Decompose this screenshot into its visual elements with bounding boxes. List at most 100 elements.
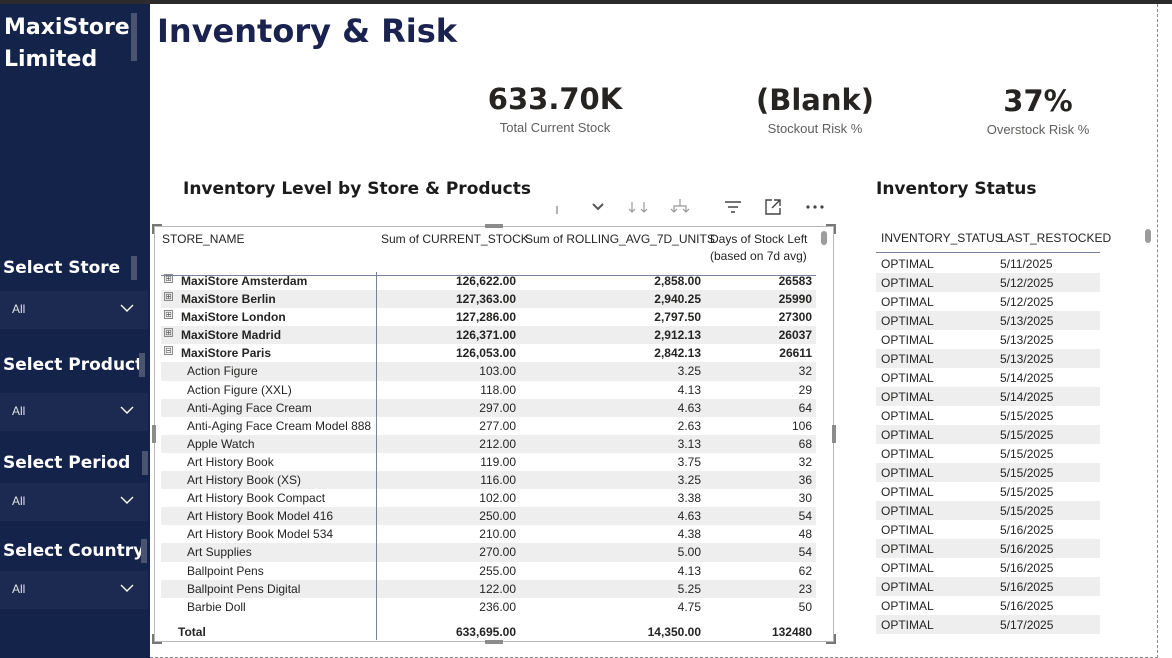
more-options-icon[interactable]: [804, 196, 826, 218]
store-row[interactable]: ⊞ MaxiStore Madrid 126,371.00 2,912.13 26037: [161, 326, 816, 345]
filter-icon[interactable]: [722, 196, 744, 218]
hierarchy-icon[interactable]: [668, 196, 692, 218]
table-row[interactable]: OPTIMAL 5/14/2025: [876, 387, 1100, 406]
kpi-label: Overstock Risk %: [986, 122, 1090, 137]
inventory-status-table[interactable]: INVENTORY_STATUS LAST_RESTOCKED OPTIMAL 5…: [876, 226, 1111, 636]
product-row[interactable]: Barbie Doll 236.00 4.75 50: [161, 598, 816, 616]
filter-accent-bar: [142, 451, 148, 475]
product-row[interactable]: Action Figure 103.00 3.25 32: [161, 362, 816, 381]
table-row[interactable]: OPTIMAL 5/12/2025: [876, 292, 1100, 311]
product-row[interactable]: Art History Book Model 534 210.00 4.38 48: [161, 525, 816, 543]
product-row[interactable]: Art History Book 119.00 3.75 32: [161, 453, 816, 471]
page-title: Inventory & Risk: [157, 12, 458, 50]
table-row[interactable]: OPTIMAL 5/14/2025: [876, 368, 1100, 387]
focus-mode-icon[interactable]: [762, 196, 784, 218]
cell-last-restocked: 5/14/2025: [1000, 390, 1054, 404]
table-row[interactable]: OPTIMAL 5/16/2025: [876, 577, 1100, 596]
cell-current-stock: 119.00: [480, 454, 516, 469]
table-row[interactable]: OPTIMAL 5/15/2025: [876, 463, 1100, 482]
store-row[interactable]: ⊞ MaxiStore Amsterdam 126,622.00 2,858.00 26…: [161, 272, 816, 290]
row-label: Barbie Doll: [187, 599, 246, 614]
table-row[interactable]: OPTIMAL 5/16/2025: [876, 539, 1100, 558]
store-dropdown[interactable]: All: [0, 291, 148, 329]
cell-inventory-status: OPTIMAL: [881, 599, 934, 613]
resize-handle[interactable]: [832, 425, 836, 443]
matrix-scrollbar[interactable]: [821, 231, 827, 245]
cell-days-left: 54: [798, 509, 812, 524]
expand-all-icon[interactable]: [626, 196, 652, 218]
product-row[interactable]: Art History Book (XS) 116.00 3.25 36: [161, 471, 816, 490]
drill-down-icon[interactable]: [588, 196, 608, 218]
table-row[interactable]: OPTIMAL 5/15/2025: [876, 482, 1100, 501]
product-row[interactable]: Apple Watch 212.00 3.13 68: [161, 434, 816, 453]
column-header-store-name[interactable]: STORE_NAME: [162, 232, 244, 246]
product-row[interactable]: Ballpoint Pens Digital 122.00 5.25 23: [161, 579, 816, 598]
expand-icon[interactable]: ⊞: [164, 328, 173, 338]
drill-up-icon[interactable]: [550, 196, 564, 218]
table-row[interactable]: OPTIMAL 5/13/2025: [876, 349, 1100, 368]
table-row[interactable]: OPTIMAL 5/15/2025: [876, 406, 1100, 425]
resize-handle[interactable]: [485, 224, 503, 228]
store-row[interactable]: ⊞ MaxiStore Berlin 127,363.00 2,940.25 25990: [161, 290, 816, 309]
table-row[interactable]: OPTIMAL 5/17/2025: [876, 615, 1100, 634]
row-label: Art History Book (XS): [187, 473, 302, 488]
product-row[interactable]: Action Figure (XXL) 118.00 4.13 29: [161, 381, 816, 399]
expand-icon[interactable]: ⊞: [164, 274, 173, 283]
cell-days-left: 27300: [778, 310, 812, 325]
cell-rolling-avg: 4.13: [677, 563, 701, 578]
cell-last-restocked: 5/15/2025: [1000, 485, 1054, 499]
product-dropdown[interactable]: All: [0, 393, 148, 431]
cell-rolling-avg: 2,858.00: [654, 274, 701, 288]
collapse-icon[interactable]: ⊟: [164, 346, 173, 356]
table-row[interactable]: OPTIMAL 5/15/2025: [876, 425, 1100, 444]
store-row[interactable]: ⊟ MaxiStore Paris 126,053.00 2,842.13 26611: [161, 344, 816, 362]
cell-inventory-status: OPTIMAL: [881, 257, 934, 271]
cell-days-left: 32: [798, 364, 812, 379]
status-scrollbar[interactable]: [1145, 229, 1151, 243]
cell-days-left: 30: [798, 491, 812, 506]
cell-days-left: 36: [798, 473, 812, 488]
table-row[interactable]: OPTIMAL 5/11/2025: [876, 254, 1100, 273]
table-row[interactable]: OPTIMAL 5/13/2025: [876, 311, 1100, 330]
table-row[interactable]: OPTIMAL 5/12/2025: [876, 273, 1100, 292]
cell-rolling-avg: 4.63: [677, 400, 701, 415]
table-row[interactable]: OPTIMAL 5/16/2025: [876, 520, 1100, 539]
expand-icon[interactable]: ⊞: [164, 310, 173, 320]
product-row[interactable]: Art History Book Model 416 250.00 4.63 54: [161, 507, 816, 526]
product-row[interactable]: Anti-Aging Face Cream 297.00 4.63 64: [161, 398, 816, 417]
inventory-matrix[interactable]: STORE_NAME Sum of CURRENT_STOCK Sum of R…: [152, 224, 836, 644]
cell-rolling-avg: 4.63: [677, 509, 701, 524]
product-row[interactable]: Anti-Aging Face Cream Model 888 277.00 2.6…: [161, 417, 816, 435]
cell-current-stock: 210.00: [479, 527, 516, 542]
cell-rolling-avg: 5.00: [677, 545, 701, 560]
product-row[interactable]: Art Supplies 270.00 5.00 54: [161, 543, 816, 562]
column-header-rolling-avg[interactable]: Sum of ROLLING_AVG_7D_UNITS: [525, 232, 715, 246]
column-header-days-left[interactable]: Days of Stock Left: [710, 232, 807, 246]
country-dropdown[interactable]: All: [0, 571, 148, 609]
table-row[interactable]: OPTIMAL 5/16/2025: [876, 596, 1100, 615]
resize-corner[interactable]: [826, 634, 836, 644]
cell-rolling-avg: 5.25: [677, 581, 701, 596]
column-header-last-restocked[interactable]: LAST_RESTOCKED: [1000, 231, 1111, 245]
row-label: Ballpoint Pens: [187, 563, 264, 578]
table-row[interactable]: OPTIMAL 5/15/2025: [876, 501, 1100, 520]
kpi-overstock-risk: 37% Overstock Risk %: [963, 84, 1113, 137]
resize-handle[interactable]: [152, 425, 156, 443]
column-header-inventory-status[interactable]: INVENTORY_STATUS: [881, 231, 1003, 245]
column-header-current-stock[interactable]: Sum of CURRENT_STOCK: [381, 232, 529, 246]
product-row[interactable]: Ballpoint Pens 255.00 4.13 62: [161, 562, 816, 580]
expand-icon[interactable]: ⊞: [164, 292, 173, 302]
product-row[interactable]: Art History Book Compact 102.00 3.38 30: [161, 489, 816, 507]
cell-inventory-status: OPTIMAL: [881, 466, 934, 480]
total-label: Total: [178, 625, 206, 639]
kpi-value: (Blank): [755, 83, 875, 117]
store-row[interactable]: ⊞ MaxiStore London 127,286.00 2,797.50 27300: [161, 308, 816, 326]
period-dropdown[interactable]: All: [0, 483, 148, 521]
resize-corner[interactable]: [826, 224, 836, 234]
table-row[interactable]: OPTIMAL 5/15/2025: [876, 444, 1100, 463]
table-row[interactable]: OPTIMAL 5/13/2025: [876, 330, 1100, 349]
cell-rolling-avg: 3.38: [677, 491, 701, 506]
cell-rolling-avg: 3.25: [677, 364, 701, 379]
cell-rolling-avg: 2.63: [677, 418, 701, 433]
table-row[interactable]: OPTIMAL 5/16/2025: [876, 558, 1100, 577]
